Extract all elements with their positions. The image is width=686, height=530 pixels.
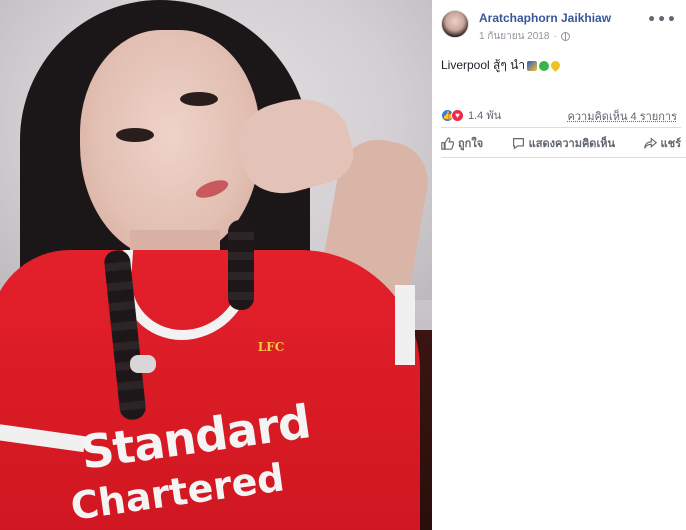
share-button-label: แชร์ [660, 138, 681, 150]
thumbs-up-icon [441, 136, 454, 150]
post-header: Aratchaphorn Jaikhiaw 1 กันยายน 2018 · •… [441, 10, 681, 44]
photo-crest: LFC [257, 340, 285, 354]
comment-button-label: แสดงความคิดเห็น [528, 138, 615, 150]
action-bar: ถูกใจ แสดงความคิดเห็น แชร์ [441, 133, 681, 153]
photo-eye-right [180, 92, 218, 106]
avatar[interactable] [441, 10, 469, 38]
comment-button[interactable]: แสดงความคิดเห็น [512, 133, 615, 153]
recycle-emoji-icon [539, 60, 550, 71]
post-text: Liverpool สู้ๆ นำ [441, 56, 562, 75]
comments-count-link[interactable]: ความคิดเห็น 4 รายการ [567, 107, 677, 125]
author-name[interactable]: Aratchaphorn Jaikhiaw [479, 11, 611, 25]
reactions-summary[interactable]: 👍 ♥ 1.4 พัน [441, 106, 501, 124]
post-text-body: Liverpool สู้ๆ นำ [441, 58, 526, 72]
post-side-panel: Aratchaphorn Jaikhiaw 1 กันยายน 2018 · •… [432, 0, 686, 530]
love-reaction-icon: ♥ [451, 108, 464, 122]
photo-braid-right [228, 220, 254, 310]
flag-emoji-icon [527, 60, 538, 71]
like-button-label: ถูกใจ [458, 138, 484, 150]
like-button[interactable]: ถูกใจ [441, 133, 483, 153]
divider [441, 127, 681, 128]
photo-eye-left [116, 128, 154, 142]
photo-hair-tie [130, 355, 156, 373]
photo-sleeve-stripe-right [395, 285, 415, 365]
post-meta: 1 กันยายน 2018 · [479, 29, 570, 44]
share-icon [643, 136, 657, 149]
comment-icon [512, 137, 524, 150]
meta-separator: · [553, 31, 557, 42]
reaction-icons: 👍 ♥ [441, 108, 464, 122]
share-button[interactable]: แชร์ [643, 133, 681, 153]
divider-bottom [441, 157, 686, 158]
yellow-heart-emoji-icon [549, 59, 562, 72]
reaction-count: 1.4 พัน [468, 110, 502, 122]
globe-icon [560, 32, 570, 41]
post-date[interactable]: 1 กันยายน 2018 [479, 29, 549, 44]
post-photo[interactable]: LFC Standard Chartered [0, 0, 432, 530]
more-options-button[interactable]: ••• [647, 12, 677, 28]
